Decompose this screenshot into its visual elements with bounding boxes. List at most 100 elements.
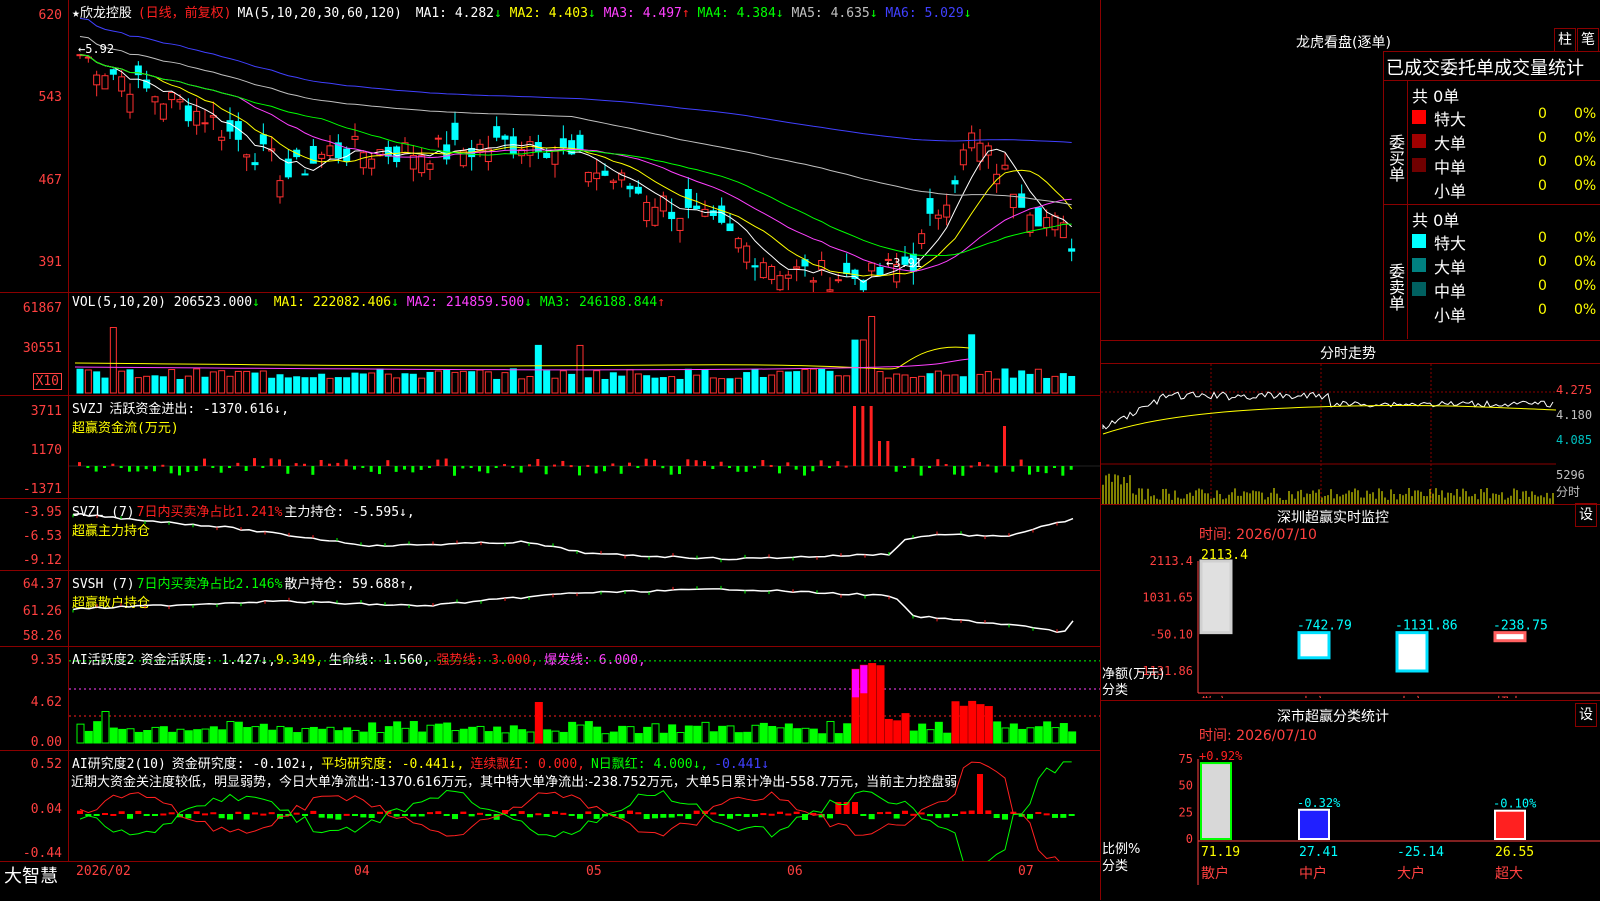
flow-bar: [211, 466, 215, 468]
x-tick: 04: [354, 864, 370, 879]
flow-bar: [453, 466, 456, 476]
classify-date: 时间: 2026/07/10: [1199, 728, 1317, 744]
flow-bar: [778, 466, 781, 474]
research-bar: [868, 814, 875, 820]
volume-bar: [309, 377, 317, 394]
flow-bar: [653, 460, 656, 466]
activity-bar: [876, 665, 885, 744]
volume-bar: [493, 378, 501, 394]
activity-bar: [251, 726, 260, 744]
settings-button[interactable]: 设: [1575, 703, 1597, 727]
monitor-panel[interactable]: 深圳超赢实时监控 设 时间: 2026/07/10 2113.4 1031.65-…: [1101, 503, 1600, 700]
candle-body: [934, 214, 942, 219]
buy-block: 委买单 共 0单 特大 0 0% 大单 0 0% 中单 0 0% 小单 0 0%: [1384, 80, 1600, 205]
flow-bar: [136, 466, 140, 472]
svsh-chart[interactable]: [69, 571, 1100, 646]
tick-mode-button[interactable]: 笔: [1577, 28, 1599, 52]
activity-bar: [701, 721, 710, 744]
candle-body: [768, 266, 776, 280]
candlestick-chart[interactable]: [69, 0, 1100, 292]
flow-bar: [244, 466, 248, 471]
volume-bar: [701, 369, 709, 394]
ai1-chart[interactable]: [69, 647, 1100, 750]
activity-bar: [409, 721, 418, 744]
activity-bar: [651, 723, 660, 744]
volume-bar: [884, 377, 892, 394]
y-tick: 75: [1179, 752, 1193, 766]
research-bar: [768, 813, 775, 816]
activity-bar: [276, 725, 285, 744]
candle-body: [176, 99, 184, 103]
flow-bar: [236, 462, 240, 466]
price-line: [1102, 391, 1554, 430]
flow-bar: [186, 466, 190, 473]
activity-bar: [693, 725, 702, 744]
svzl-chart[interactable]: [69, 499, 1100, 570]
candle-body: [251, 162, 259, 166]
research-bar: [1068, 814, 1075, 816]
flow-bar: [561, 460, 565, 466]
activity-bar: [193, 729, 202, 744]
flow-bar: [428, 466, 431, 468]
change-label: +0.92%: [1199, 749, 1243, 763]
research-bar: [427, 812, 433, 815]
flow-bar: [269, 458, 273, 466]
volume-bar: [368, 372, 376, 394]
color-swatch: [1412, 282, 1426, 296]
row-count: 0: [1538, 154, 1547, 170]
volume-bar: [601, 378, 609, 394]
volume-bar: [318, 373, 326, 394]
net-flow-bar-chart[interactable]: 2113.4 1031.65 -50.10 -1131.86 2113.4 散户 -742.…: [1101, 543, 1600, 698]
flow-bar: [228, 466, 231, 468]
volume-bar: [959, 376, 967, 394]
ai2-pane[interactable]: 0.52 0.04 -0.44 AI研究度2(10) 资金研究度: -0.102↓…: [0, 751, 1100, 861]
svsh-pane[interactable]: 64.37 61.26 58.26 SVSH (7) 7日内买卖净占比2.146%…: [0, 571, 1100, 647]
research-bar: [293, 812, 300, 815]
flow-bar: [253, 458, 256, 466]
activity-bar: [1018, 728, 1027, 744]
activity-bar-peak: [852, 669, 859, 698]
volume-bar: [159, 376, 167, 394]
ratio-bar-chart[interactable]: 75 50 25 0 +0.92% 71.19 散户 -0.32% 27.41 中户 -25.14 大…: [1101, 745, 1600, 900]
svzj-pane[interactable]: 3711 1170 -1371 SVZJ 活跃资金进出: -1370.616↓, …: [0, 396, 1100, 499]
activity-bar: [184, 730, 193, 744]
flow-bar: [161, 464, 165, 467]
candle-body: [918, 233, 926, 245]
bar-value: 71.19: [1201, 845, 1240, 860]
candle-body: [318, 153, 326, 159]
flow-bar: [336, 462, 340, 466]
flow-bar: [703, 461, 706, 466]
volume-bar: [1026, 373, 1034, 394]
flow-bar: [986, 464, 990, 467]
flow-bar: [603, 466, 606, 472]
ai1-pane[interactable]: 9.35 4.62 0.00 AI活跃度2 资金活跃度: 1.427↓,9.349…: [0, 647, 1100, 751]
svzl-pane[interactable]: -3.95 -6.53 -9.12 SVZL (7) 7日内买卖净占比1.241%…: [0, 499, 1100, 571]
volume-pane[interactable]: 61867 30551 X10 VOL(5,10,20) 206523.000↓…: [0, 293, 1100, 396]
volume-bar: [118, 370, 126, 394]
kline-pane[interactable]: 620 543 467 391 ★欣龙控股 (日线，前复权) MA(5,10,20,…: [0, 0, 1100, 293]
flow-bar: [436, 459, 440, 466]
activity-bar: [401, 727, 410, 744]
volume-bar: [343, 377, 351, 394]
ai2-chart[interactable]: [69, 751, 1100, 861]
flow-bar: [803, 466, 806, 476]
bar-mode-button[interactable]: 柱: [1554, 28, 1576, 52]
intraday-chart[interactable]: [1101, 364, 1600, 504]
classify-panel[interactable]: 深市超赢分类统计 设 时间: 2026/07/10 75 50 25 0 +0.92% 7…: [1101, 701, 1600, 900]
activity-bar: [326, 726, 335, 744]
candle-body: [218, 136, 226, 141]
volume-chart[interactable]: [69, 293, 1100, 395]
candle-body: [726, 223, 734, 232]
fenshi-panel[interactable]: 分时走势 4.275 4.180 4.085 5296 分时: [1101, 341, 1600, 504]
settings-button[interactable]: 设: [1575, 503, 1597, 527]
svzj-chart[interactable]: [69, 396, 1100, 498]
research-bar: [935, 814, 942, 819]
candle-body: [1051, 215, 1059, 231]
research-bar: [852, 802, 858, 814]
volume-bar: [726, 378, 734, 394]
avg-price-line: [1102, 404, 1557, 435]
candle-body: [643, 201, 651, 222]
candle-body: [326, 145, 334, 157]
flow-bar: [886, 441, 890, 466]
volume-bar: [784, 371, 792, 394]
